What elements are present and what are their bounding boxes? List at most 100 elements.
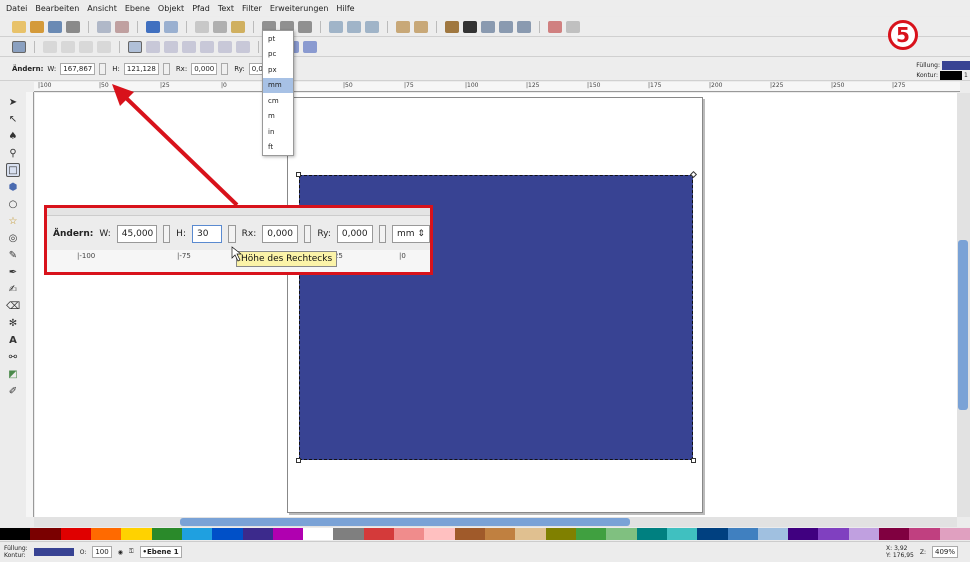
- snap-bbox-corner-icon[interactable]: [79, 40, 93, 53]
- menu-pfad[interactable]: Pfad: [192, 4, 210, 13]
- xml-editor-icon[interactable]: [481, 20, 495, 33]
- palette-swatch[interactable]: [909, 528, 940, 540]
- opacity-field[interactable]: 100: [92, 546, 112, 558]
- copy-icon[interactable]: [195, 20, 209, 33]
- menu-erweiterungen[interactable]: Erweiterungen: [270, 4, 329, 13]
- pen-tool-icon[interactable]: ✒: [6, 265, 20, 279]
- snap-center-icon[interactable]: [236, 40, 250, 53]
- fill-stroke-indicator[interactable]: Füllung: Kontur: 1: [900, 60, 970, 82]
- lock-icon[interactable]: ⚿: [129, 548, 134, 556]
- unit-option-px[interactable]: px: [263, 62, 293, 78]
- node-tool-icon[interactable]: ↖: [6, 112, 20, 126]
- palette-swatch[interactable]: [242, 528, 273, 540]
- menu-filter[interactable]: Filter: [242, 4, 262, 13]
- duplicate-icon[interactable]: [329, 20, 343, 33]
- palette-swatch[interactable]: [151, 528, 182, 540]
- print-icon[interactable]: [66, 20, 80, 33]
- settings-icon[interactable]: [566, 20, 580, 33]
- menu-hilfe[interactable]: Hilfe: [336, 4, 354, 13]
- paste-icon[interactable]: [231, 20, 245, 33]
- zoom-rx-field[interactable]: 0,000: [262, 225, 298, 243]
- zoom-ry-field[interactable]: 0,000: [336, 225, 373, 243]
- resize-handle[interactable]: [691, 458, 696, 463]
- snap-guide-icon[interactable]: [303, 40, 317, 53]
- unit-option-m[interactable]: m: [263, 109, 293, 125]
- menu-bearbeiten[interactable]: Bearbeiten: [35, 4, 79, 13]
- save-icon[interactable]: [48, 20, 62, 33]
- snap-midpoint-icon[interactable]: [218, 40, 232, 53]
- snap-smooth-icon[interactable]: [200, 40, 214, 53]
- stroke-swatch[interactable]: [940, 70, 962, 80]
- snap-cusp-icon[interactable]: [182, 40, 196, 53]
- star-tool-icon[interactable]: ☆: [6, 214, 20, 228]
- zoom-page-icon[interactable]: [298, 20, 312, 33]
- menu-ansicht[interactable]: Ansicht: [87, 4, 117, 13]
- ungroup-icon[interactable]: [414, 20, 428, 33]
- zoom-height-field[interactable]: 30: [191, 225, 223, 243]
- connector-tool-icon[interactable]: ⚯: [6, 350, 20, 364]
- status-fill-swatch[interactable]: [33, 548, 74, 556]
- palette-swatch[interactable]: [697, 528, 728, 540]
- palette-swatch[interactable]: [30, 528, 61, 540]
- resize-handle[interactable]: [296, 172, 301, 177]
- selector-tool-icon[interactable]: ➤: [6, 95, 20, 109]
- horizontal-scroll-thumb[interactable]: [180, 518, 630, 526]
- gradient-tool-icon[interactable]: ◩: [6, 367, 20, 381]
- zoom-width-field[interactable]: 45,000: [116, 225, 157, 243]
- ellipse-tool-icon[interactable]: ○: [6, 197, 20, 211]
- zoom-field[interactable]: 409%: [931, 546, 958, 558]
- unlink-clone-icon[interactable]: [365, 20, 379, 33]
- palette-swatch[interactable]: [485, 528, 516, 540]
- width-spinner[interactable]: [99, 62, 107, 75]
- menu-datei[interactable]: Datei: [6, 4, 27, 13]
- width-field[interactable]: 167,867: [60, 62, 96, 75]
- palette-swatch[interactable]: [181, 528, 213, 540]
- palette-swatch[interactable]: [879, 528, 910, 540]
- unit-option-pt[interactable]: pt: [263, 31, 293, 47]
- preferences-icon[interactable]: [517, 20, 531, 33]
- zoom-unit-select[interactable]: mm ⇕: [392, 225, 430, 243]
- zoom-width-spinner[interactable]: [162, 225, 171, 243]
- fill-swatch[interactable]: [942, 60, 970, 70]
- fill-stroke-dialog-icon[interactable]: [445, 20, 459, 33]
- snap-intersections-icon[interactable]: [164, 40, 178, 53]
- tweak-tool-icon[interactable]: ♠: [6, 129, 20, 143]
- import-icon[interactable]: [97, 20, 111, 33]
- resize-handle[interactable]: [296, 458, 301, 463]
- visibility-icon[interactable]: ◉: [118, 549, 123, 556]
- zoom-ry-spinner[interactable]: [378, 225, 387, 243]
- clone-icon[interactable]: [347, 20, 361, 33]
- eraser-tool-icon[interactable]: ⌫: [6, 299, 20, 313]
- menu-ebene[interactable]: Ebene: [125, 4, 150, 13]
- palette-swatch[interactable]: [727, 528, 758, 540]
- palette-swatch[interactable]: [575, 528, 607, 540]
- rx-spinner[interactable]: [221, 62, 229, 75]
- snap-enable-icon[interactable]: [12, 40, 26, 53]
- spray-tool-icon[interactable]: ✻: [6, 316, 20, 330]
- palette-swatch[interactable]: [788, 528, 819, 540]
- snap-bbox-midpoint-icon[interactable]: [97, 40, 111, 53]
- palette-swatch[interactable]: [818, 528, 849, 540]
- palette-swatch[interactable]: [363, 528, 395, 540]
- palette-swatch[interactable]: [121, 528, 152, 540]
- palette-swatch[interactable]: [757, 528, 789, 540]
- new-document-icon[interactable]: [12, 20, 26, 33]
- snap-bbox-edge-icon[interactable]: [61, 40, 75, 53]
- unit-option-cm[interactable]: cm: [263, 93, 293, 109]
- zoom-height-spinner[interactable]: [228, 225, 236, 243]
- calligraphy-tool-icon[interactable]: ✍: [6, 282, 20, 296]
- snap-bbox-icon[interactable]: [43, 40, 57, 53]
- palette-swatch[interactable]: [666, 528, 698, 540]
- palette-swatch[interactable]: [636, 528, 667, 540]
- undo-icon[interactable]: [146, 20, 160, 33]
- rectangle-tool-icon[interactable]: □: [6, 163, 20, 177]
- rx-field[interactable]: 0,000: [191, 62, 218, 75]
- unit-option-pc[interactable]: pc: [263, 47, 293, 63]
- group-icon[interactable]: [396, 20, 410, 33]
- dropper-tool-icon[interactable]: ✐: [6, 384, 20, 398]
- palette-swatch[interactable]: [545, 528, 576, 540]
- document-properties-icon[interactable]: [548, 20, 562, 33]
- palette-swatch[interactable]: [606, 528, 637, 540]
- palette-swatch[interactable]: [454, 528, 485, 540]
- redo-icon[interactable]: [164, 20, 178, 33]
